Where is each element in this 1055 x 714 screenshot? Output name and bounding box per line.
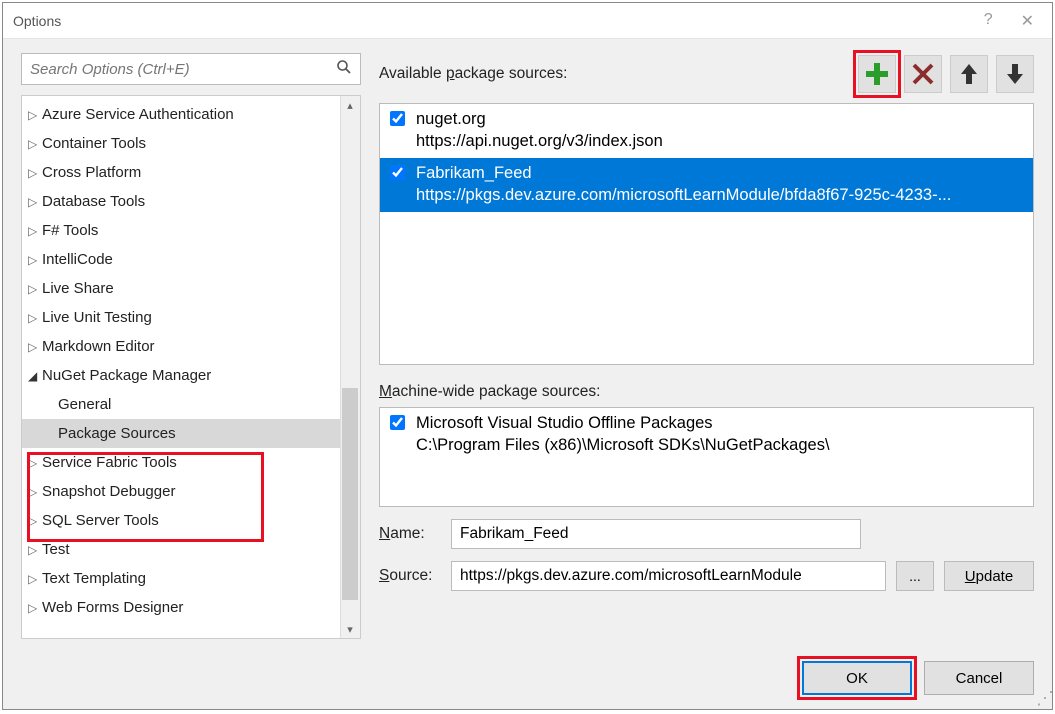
package-source-checkbox[interactable]	[390, 111, 405, 126]
tree-item[interactable]: ▷ Snapshot Debugger	[22, 477, 360, 506]
tree-item[interactable]: General	[22, 390, 360, 419]
search-box[interactable]	[21, 53, 361, 85]
name-input[interactable]	[451, 519, 861, 549]
tree-item[interactable]: ▷ Container Tools	[22, 129, 360, 158]
help-button[interactable]: ?	[984, 11, 993, 31]
ok-button[interactable]: OK	[802, 661, 912, 695]
tree-item[interactable]: ◢ NuGet Package Manager	[22, 361, 360, 390]
chevron-right-icon: ▷	[28, 340, 42, 354]
scroll-down-icon[interactable]: ▾	[342, 620, 358, 638]
tree-scrollbar[interactable]: ▴ ▾	[340, 96, 360, 638]
chevron-right-icon: ▷	[28, 311, 42, 325]
package-source-checkbox[interactable]	[390, 415, 405, 430]
update-button[interactable]: Update	[944, 561, 1034, 591]
package-source-text: Microsoft Visual Studio Offline Packages…	[412, 412, 1025, 456]
tree-item[interactable]: ▷ Database Tools	[22, 187, 360, 216]
chevron-right-icon: ▷	[28, 253, 42, 267]
package-source-checkbox[interactable]	[390, 165, 405, 180]
tree-item-label: NuGet Package Manager	[42, 367, 211, 384]
search-input[interactable]	[30, 61, 336, 78]
close-button[interactable]: ✕	[1021, 11, 1034, 31]
tree-item-label: Text Templating	[42, 570, 146, 587]
package-source-row[interactable]: nuget.orghttps://api.nuget.org/v3/index.…	[380, 104, 1033, 158]
search-icon	[336, 59, 352, 79]
chevron-down-icon: ◢	[28, 369, 42, 383]
tree-item[interactable]: ▷ SQL Server Tools	[22, 506, 360, 535]
scroll-thumb[interactable]	[342, 388, 358, 600]
tree-item[interactable]: ▷ Web Forms Designer	[22, 593, 360, 622]
options-tree[interactable]: ▷ Azure Service Authentication▷ Containe…	[21, 95, 361, 639]
package-source-text: Fabrikam_Feedhttps://pkgs.dev.azure.com/…	[412, 162, 1025, 206]
titlebar: Options ? ✕	[3, 3, 1052, 39]
chevron-right-icon: ▷	[28, 224, 42, 238]
chevron-right-icon: ▷	[28, 543, 42, 557]
tree-item[interactable]: ▷ Text Templating	[22, 564, 360, 593]
chevron-right-icon: ▷	[28, 166, 42, 180]
move-down-button[interactable]	[996, 55, 1034, 93]
tree-item-label: Service Fabric Tools	[42, 454, 177, 471]
package-source-row[interactable]: Fabrikam_Feedhttps://pkgs.dev.azure.com/…	[380, 158, 1033, 212]
scroll-up-icon[interactable]: ▴	[342, 96, 358, 114]
tree-item-label: General	[58, 396, 111, 413]
options-dialog: Options ? ✕ ▷ Azure Service Authenticati…	[2, 2, 1053, 710]
chevron-right-icon: ▷	[28, 195, 42, 209]
add-source-button[interactable]	[858, 55, 896, 93]
source-label: Source:	[379, 567, 441, 585]
tree-item[interactable]: Package Sources	[22, 419, 360, 448]
chevron-right-icon: ▷	[28, 514, 42, 528]
tree-item-label: SQL Server Tools	[42, 512, 159, 529]
tree-item[interactable]: ▷ Live Unit Testing	[22, 303, 360, 332]
tree-item-label: Database Tools	[42, 193, 145, 210]
tree-item[interactable]: ▷ IntelliCode	[22, 245, 360, 274]
available-sources-label: Available package sources:	[379, 65, 858, 83]
chevron-right-icon: ▷	[28, 137, 42, 151]
tree-item[interactable]: ▷ Service Fabric Tools	[22, 448, 360, 477]
tree-item-label: Azure Service Authentication	[42, 106, 234, 123]
move-up-button[interactable]	[950, 55, 988, 93]
tree-item-label: Test	[42, 541, 70, 558]
tree-item[interactable]: ▷ F# Tools	[22, 216, 360, 245]
chevron-right-icon: ▷	[28, 485, 42, 499]
tree-item-label: F# Tools	[42, 222, 98, 239]
tree-item-label: Live Unit Testing	[42, 309, 152, 326]
tree-item-label: IntelliCode	[42, 251, 113, 268]
arrow-down-icon	[1005, 62, 1025, 86]
chevron-right-icon: ▷	[28, 601, 42, 615]
browse-button[interactable]: ...	[896, 561, 934, 591]
chevron-right-icon: ▷	[28, 282, 42, 296]
x-icon	[911, 62, 935, 86]
tree-item-label: Markdown Editor	[42, 338, 155, 355]
resize-grip-icon[interactable]: ⋰	[1036, 693, 1050, 707]
chevron-right-icon: ▷	[28, 108, 42, 122]
arrow-up-icon	[959, 62, 979, 86]
available-sources-list[interactable]: nuget.orghttps://api.nuget.org/v3/index.…	[379, 103, 1034, 365]
tree-item-label: Container Tools	[42, 135, 146, 152]
package-source-text: nuget.orghttps://api.nuget.org/v3/index.…	[412, 108, 1025, 152]
chevron-right-icon: ▷	[28, 572, 42, 586]
tree-item-label: Snapshot Debugger	[42, 483, 175, 500]
machine-sources-list[interactable]: Microsoft Visual Studio Offline Packages…	[379, 407, 1034, 507]
tree-item[interactable]: ▷ Test	[22, 535, 360, 564]
cancel-button[interactable]: Cancel	[924, 661, 1034, 695]
package-source-row[interactable]: Microsoft Visual Studio Offline Packages…	[380, 408, 1033, 462]
tree-item[interactable]: ▷ Azure Service Authentication	[22, 100, 360, 129]
machine-sources-label: Machine-wide package sources:	[379, 383, 1034, 401]
source-input[interactable]	[451, 561, 886, 591]
window-title: Options	[13, 13, 984, 29]
chevron-right-icon: ▷	[28, 456, 42, 470]
remove-source-button[interactable]	[904, 55, 942, 93]
tree-item-label: Live Share	[42, 280, 114, 297]
tree-item[interactable]: ▷ Markdown Editor	[22, 332, 360, 361]
tree-item[interactable]: ▷ Cross Platform	[22, 158, 360, 187]
plus-icon	[864, 61, 890, 87]
name-label: Name:	[379, 525, 441, 543]
tree-item-label: Cross Platform	[42, 164, 141, 181]
tree-item[interactable]: ▷ Live Share	[22, 274, 360, 303]
tree-item-label: Web Forms Designer	[42, 599, 183, 616]
tree-item-label: Package Sources	[58, 425, 176, 442]
